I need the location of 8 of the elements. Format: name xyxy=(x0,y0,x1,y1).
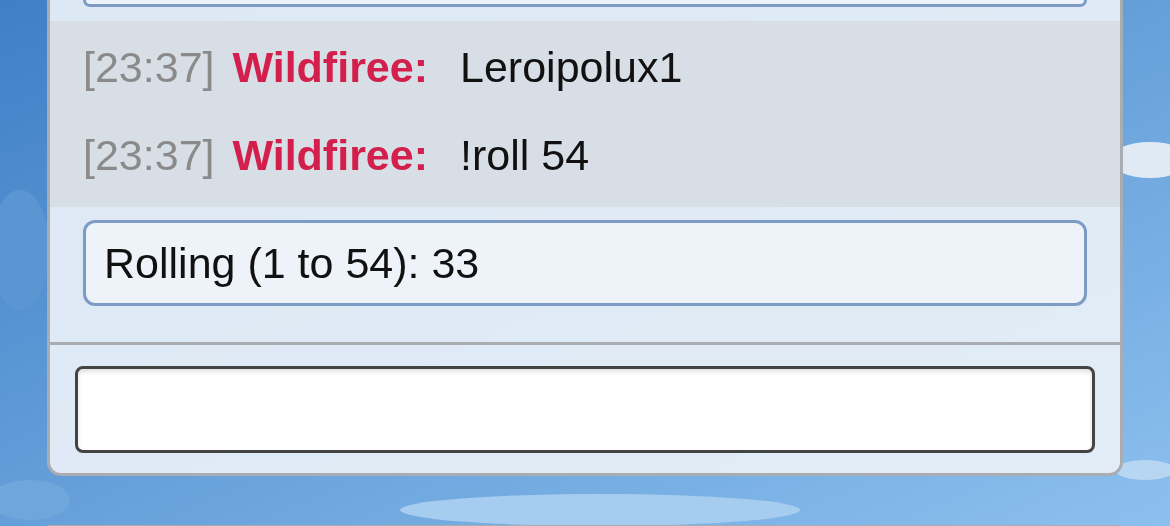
message-text: Leroipolux1 xyxy=(460,42,683,92)
author-name: Wildfiree: xyxy=(232,130,428,180)
bot-message: Rolling (1 to 54): 33 xyxy=(83,220,1087,306)
author-name: Wildfiree: xyxy=(232,42,428,92)
timestamp: [23:37] xyxy=(83,42,215,92)
message-text: !roll 54 xyxy=(460,130,590,180)
chat-input[interactable] xyxy=(75,366,1095,453)
timestamp: [23:37] xyxy=(83,130,215,180)
